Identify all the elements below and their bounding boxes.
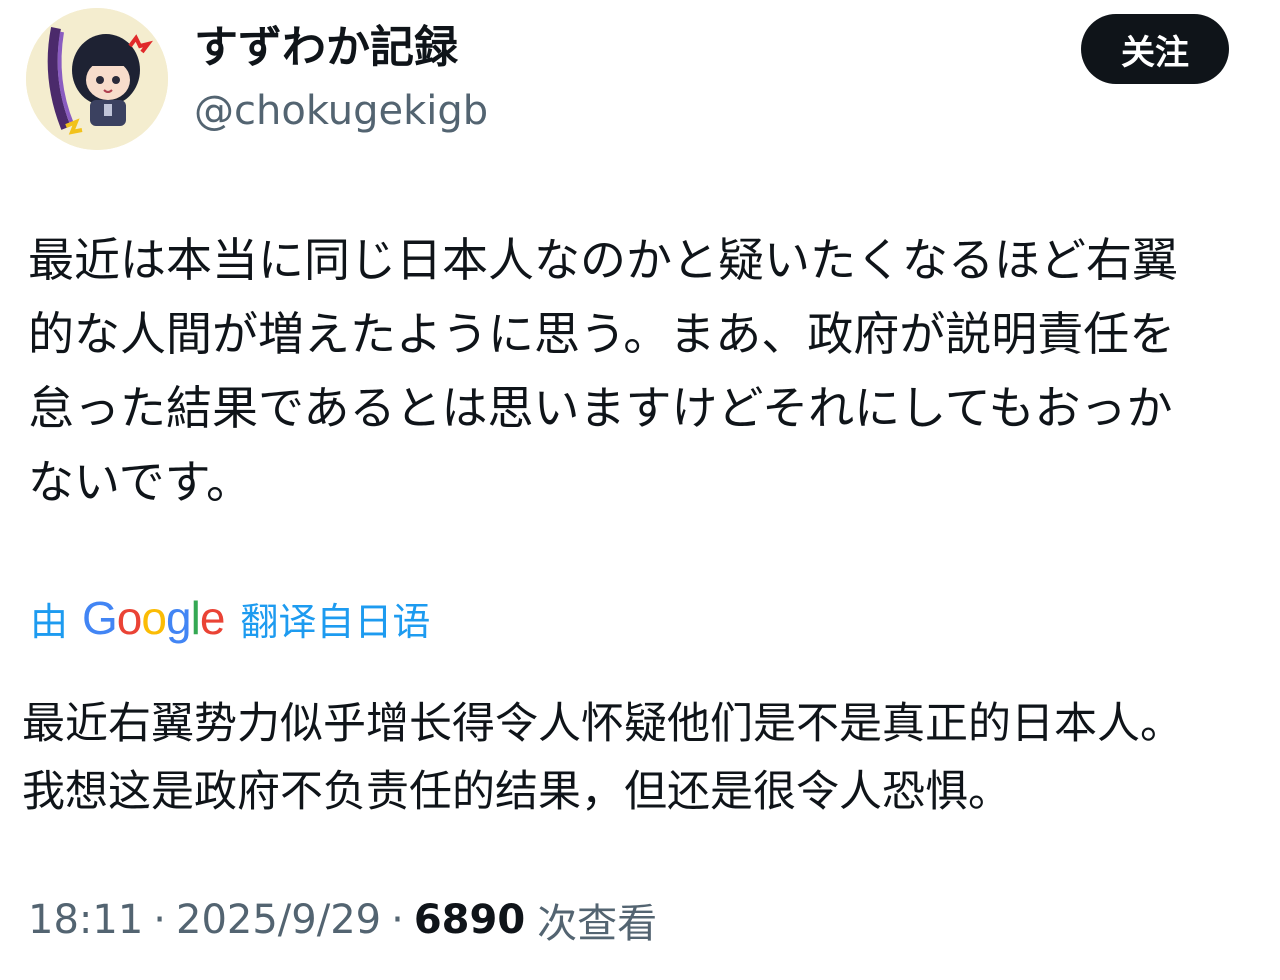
view-count: 6890 [413, 897, 526, 943]
views-label: 次查看 [537, 901, 658, 947]
google-logo: Google [82, 592, 225, 644]
tweet-header: すずわか記録 @chokugekigb 关注 [0, 0, 1280, 170]
translation-attribution: 由 Google 翻译自日语 [30, 588, 430, 648]
display-name[interactable]: すずわか記録 [194, 20, 458, 76]
user-handle[interactable]: @chokugekigb [194, 86, 488, 136]
tweet-text: 最近は本当に同じ日本人なのかと疑いたくなるほど右翼的な人間が増えたように思う。ま… [28, 233, 1178, 509]
tweet-date[interactable]: 2025/9/29 [176, 897, 381, 943]
translated-from-language-link[interactable]: 翻译自日语 [240, 591, 430, 646]
avatar[interactable] [26, 8, 168, 150]
meta-separator: · [391, 897, 404, 943]
meta-separator: · [153, 897, 166, 943]
translated-by-label: 由 [30, 599, 69, 644]
follow-button[interactable]: 关注 [1081, 14, 1229, 84]
tweet-meta: 18:11 · 2025/9/29 · 6890 次查看 [28, 890, 657, 950]
tweet-time[interactable]: 18:11 [28, 897, 143, 943]
anime-character-avatar-icon [26, 8, 168, 150]
translated-tweet-text: 最近右翼势力似乎增长得令人怀疑他们是不是真正的日本人。我想这是政府不负责任的结果… [22, 699, 1183, 817]
